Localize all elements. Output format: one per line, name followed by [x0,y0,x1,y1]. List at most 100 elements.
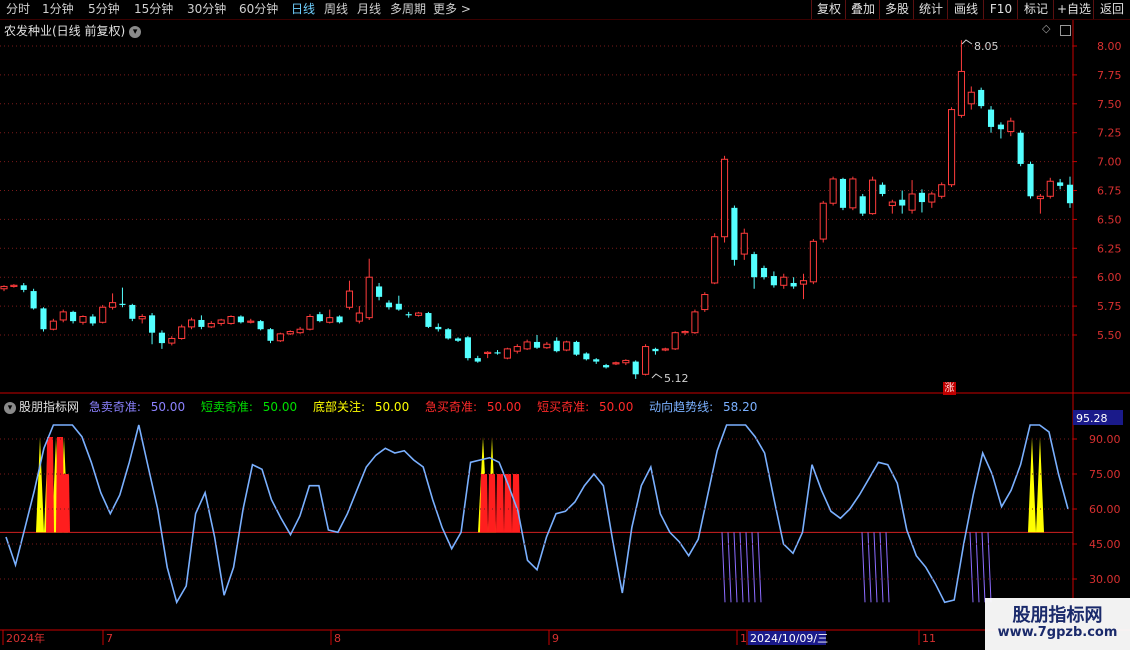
candle-body-up [642,346,650,375]
candle-body-up [809,240,817,283]
indicator-name: 股朋指标网 [19,400,80,414]
param-urgent-buy-label: 急买奇准: [425,400,478,414]
candle-body-down [257,321,264,330]
indicator-tick-label: 45.00 [1089,538,1121,551]
candle-body-down [445,329,452,339]
candle-body-down [790,282,797,287]
candle-body-up [799,280,808,285]
candle-body-up [701,294,709,311]
candle-body-down [859,196,866,214]
time-label: 7 [106,632,113,645]
indicator-tick-label: 90.00 [1089,433,1121,446]
sell-signal-bar [757,532,762,603]
candle-body-down [119,303,126,305]
indicator-tick-label: 75.00 [1089,468,1121,481]
candle-body-up [59,311,67,321]
candle-body-down [553,340,560,352]
candle-body-down [997,124,1004,130]
param-short-sell-label: 短卖奇准: [200,400,253,414]
indicator-layer [0,424,1073,605]
candle-body-down [839,178,847,208]
candle-body-down [425,313,432,327]
param-short-sell-value: 50.00 [262,400,298,414]
param-short-buy-value: 50.00 [598,400,634,414]
candle-body-down [148,315,156,333]
sell-signal-bar [861,532,866,603]
candle-body-up [296,328,304,334]
candle-body-up [1046,180,1054,197]
candle-body-down [918,192,926,203]
bottom-watch-bar [1028,437,1036,533]
price-tick-label: 6.00 [1097,271,1122,284]
candle-body-down [751,254,758,278]
candle-body-down [237,316,244,323]
price-tick-label: 7.50 [1097,98,1122,111]
candle-body-down [770,276,777,286]
candle-body-up [938,184,946,197]
watermark-title: 股朋指标网 [1012,605,1103,626]
param-short-buy-label: 短买奇准: [537,400,590,414]
candle-body-down [474,358,481,362]
candle-body-down [573,341,580,355]
candle-body-up [513,346,521,352]
candle-body-up [0,285,8,290]
candle-body-up [829,178,837,204]
candle-body-up [109,302,117,308]
candle-body-down [987,109,995,127]
trend-line [5,424,1069,605]
sell-signal-bar [751,532,756,603]
sell-signal-bar [721,532,726,603]
sell-signal-bar [975,532,980,603]
buy-signal-bar [480,474,488,533]
candle-body-down [494,352,501,354]
candle-body-up [869,179,877,215]
candle-body-up [908,193,916,211]
candle-body-up [928,193,936,203]
candle-body-down [89,316,96,324]
candle-body-up [720,158,729,238]
price-tick-label: 6.50 [1097,213,1122,226]
candle-body-up [207,322,215,328]
param-short-buy: 短买奇准: 50.00 [537,400,639,414]
candle-body-up [543,343,551,349]
price-tick-label: 7.75 [1097,69,1122,82]
candle-body-up [355,312,363,322]
sell-signal-bar [727,532,732,603]
candle-body-down [129,304,136,319]
param-trend-line-value: 58.20 [723,400,758,414]
candle-body-down [978,89,985,107]
param-bottom-watch-value: 50.00 [374,400,410,414]
price-tick-label: 6.25 [1097,242,1122,255]
candle-body-up [326,317,334,323]
candle-body-down [454,338,462,341]
candle-body-down [70,311,77,322]
candle-body-up [345,290,354,308]
candle-body-up [227,316,235,324]
candle-body-up [276,333,284,342]
time-label: 2024年 [6,631,45,645]
candle-body-down [603,365,610,368]
sell-signal-bar [969,532,974,603]
candle-body-up [691,311,699,334]
param-urgent-sell-value: 50.00 [150,400,186,414]
candle-body-up [99,306,107,323]
candle-body-down [435,326,442,330]
chart-canvas: 8.00 7.75 7.50 7.25 7.00 6.75 6.50 6.25 6.00 5.75… [0,20,1130,645]
sell-signal-bar [745,532,750,603]
price-tick-label: 7.25 [1097,127,1122,140]
low-marker [651,373,663,379]
candle-body-down [1057,182,1064,186]
limit-up-badge: 涨 [943,382,956,395]
candle-body-down [760,267,768,278]
sell-signal-bar [987,532,992,603]
candle-body-up [306,316,314,330]
time-axis: 2024年 7 8 9 1 2024/10/09/三 11 [2,630,936,645]
candle-body-up [1007,120,1015,133]
indicator-axis: 95.28 90.00 75.00 60.00 45.00 30.00 [0,410,1123,586]
candle-body-down [158,332,165,344]
param-trend-line-label: 动向趋势线: [649,400,714,414]
candle-body-down [267,329,274,341]
chevron-down-icon[interactable]: ▾ [4,401,16,414]
param-urgent-buy-value: 50.00 [486,400,522,414]
buy-signal-bar [512,474,520,533]
